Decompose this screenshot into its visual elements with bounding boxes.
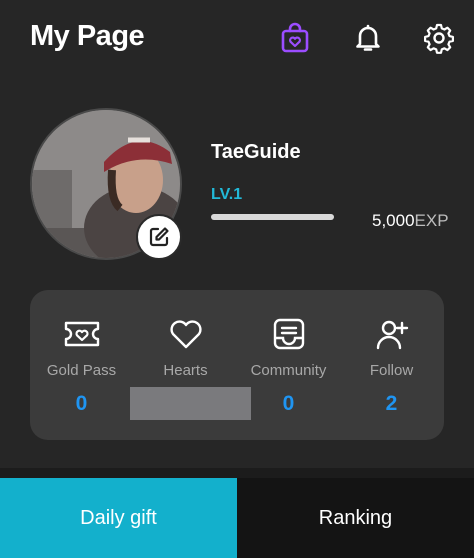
header: My Page (0, 0, 474, 80)
stat-label: Follow (369, 362, 414, 379)
exp-value: 5,000EXP (372, 211, 449, 231)
tab-daily-gift[interactable]: Daily gift (0, 478, 237, 558)
exp-unit: EXP (414, 211, 449, 230)
shop-button[interactable] (277, 20, 313, 56)
stat-value: 2 (385, 392, 398, 415)
ticket-heart-icon (64, 321, 99, 347)
gear-icon (424, 23, 454, 54)
stat-label: Community (250, 362, 327, 379)
tab-ranking[interactable]: Ranking (237, 478, 474, 558)
stat-label: Hearts (163, 362, 208, 379)
username: TaeGuide (211, 141, 301, 163)
stat-label: Gold Pass (46, 362, 117, 379)
edit-icon (149, 227, 169, 247)
exp-progress-bar (211, 214, 334, 220)
stats-card: Gold Pass 0 Hearts Community 0 Follow 2 (30, 290, 444, 440)
bell-icon (356, 24, 380, 51)
stat-value: 0 (75, 392, 88, 415)
heart-icon (169, 320, 202, 349)
stat-community[interactable]: Community 0 (237, 290, 340, 440)
section-divider (0, 468, 474, 478)
page-title: My Page (30, 20, 145, 52)
settings-button[interactable] (421, 20, 457, 56)
exp-progress-fill (211, 214, 334, 220)
edit-profile-button[interactable] (136, 214, 182, 260)
stat-follow[interactable]: Follow 2 (340, 290, 443, 440)
shopping-bag-heart-icon (281, 22, 309, 53)
exp-amount: 5,000 (372, 211, 415, 230)
add-user-icon (376, 320, 408, 350)
level-label: LV.1 (211, 186, 243, 203)
stat-value: 0 (282, 392, 295, 415)
notifications-button[interactable] (350, 20, 386, 56)
stat-gold-pass[interactable]: Gold Pass 0 (30, 290, 133, 440)
redacted-area (130, 387, 251, 420)
inbox-icon (273, 318, 304, 350)
